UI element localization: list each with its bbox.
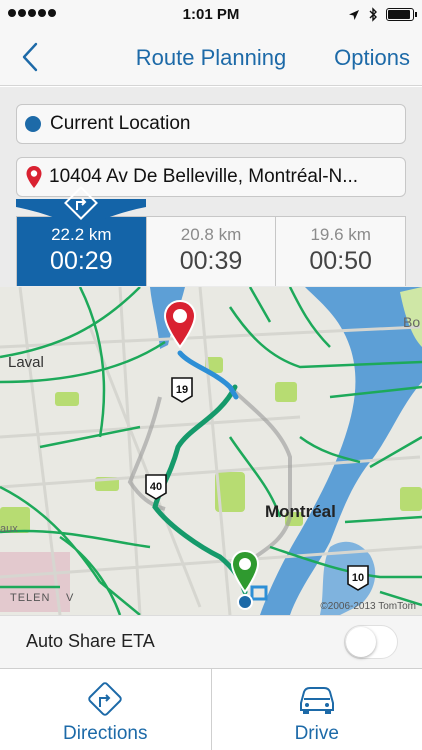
highway-shield-label: 40 <box>150 481 162 493</box>
route-map[interactable]: 19 40 10 Laval Bo aux TELEN V Montréal ©… <box>0 287 422 615</box>
active-route-badge <box>16 186 146 229</box>
highway-shield-19: 19 <box>171 377 193 403</box>
map-label-montreal: Montréal <box>265 502 336 521</box>
route-duration: 00:50 <box>309 247 372 275</box>
car-icon <box>299 687 334 714</box>
map-label-telen: TELEN <box>10 592 51 604</box>
highway-shield-40: 40 <box>145 474 167 500</box>
nav-bar: Route Planning Options <box>0 30 422 86</box>
bluetooth-icon <box>369 7 377 22</box>
current-location-marker <box>237 594 253 610</box>
map-label-bo: Bo <box>403 314 421 330</box>
tab-drive-label: Drive <box>294 723 339 744</box>
status-bar: 1:01 PM <box>0 0 422 30</box>
route-distance: 19.6 km <box>310 225 371 244</box>
auto-share-toggle[interactable] <box>344 625 398 659</box>
destination-pin-icon[interactable] <box>162 299 198 349</box>
tab-directions-label: Directions <box>63 723 148 744</box>
location-arrow-icon <box>349 9 359 20</box>
route-option-3[interactable]: 19.6 km 00:50 <box>275 217 405 286</box>
map-label-laval: Laval <box>8 354 44 371</box>
toggle-knob <box>346 627 376 657</box>
options-button[interactable]: Options <box>334 45 410 71</box>
map-label-aux: aux <box>0 523 18 535</box>
auto-share-row: Auto Share ETA <box>0 615 422 668</box>
tab-directions[interactable]: Directions <box>0 669 211 750</box>
map-copyright: ©2006-2013 TomTom <box>320 601 416 612</box>
directions-icon <box>88 682 122 716</box>
auto-share-label: Auto Share ETA <box>26 631 155 651</box>
highway-shield-label: 10 <box>352 572 364 584</box>
route-duration: 00:29 <box>50 247 113 275</box>
map-label-v: V <box>66 592 74 604</box>
battery-icon <box>386 8 417 21</box>
highway-shield-label: 19 <box>176 384 188 396</box>
route-duration: 00:39 <box>179 247 243 275</box>
bottom-tab-bar: Directions Drive <box>0 668 422 750</box>
tab-drive[interactable]: Drive <box>210 669 422 750</box>
highway-shield-10: 10 <box>347 565 369 591</box>
origin-pin-icon[interactable] <box>229 549 261 595</box>
route-option-2[interactable]: 20.8 km 00:39 <box>145 217 276 286</box>
route-distance: 20.8 km <box>180 225 242 244</box>
